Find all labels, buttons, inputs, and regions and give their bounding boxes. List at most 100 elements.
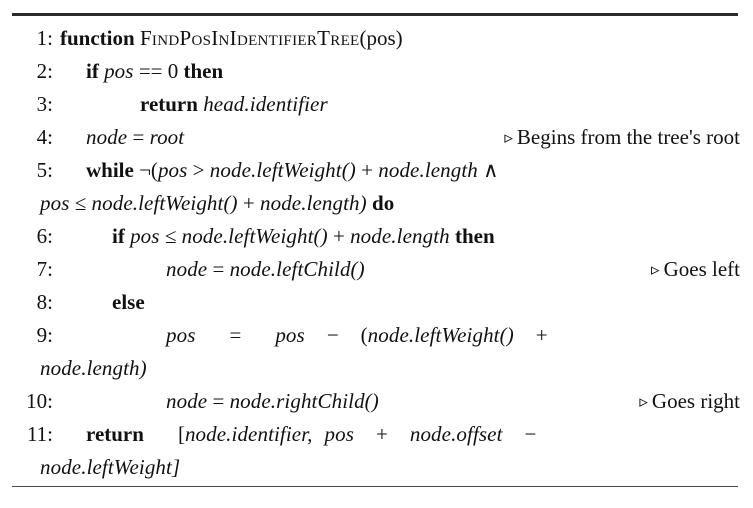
keyword-function: function xyxy=(60,26,135,50)
line-3-code: return head.identifier xyxy=(140,88,328,121)
line-4-code: node = root xyxy=(86,121,184,154)
algorithm-line-3: 3: return head.identifier xyxy=(0,88,753,121)
comment-text-begins-from-root: Begins from the tree's root xyxy=(516,125,740,149)
operator-less-equal: ≤ xyxy=(74,191,87,215)
line-11-code-row2: node.leftWeight] xyxy=(40,451,180,484)
call-leftweight-4: node.leftWeight() xyxy=(367,323,514,347)
line-1-code: function FindPosInIdentifierTree(pos) xyxy=(60,22,403,55)
line-2-code: if pos == 0 then xyxy=(86,55,223,88)
line-number-7: 7: xyxy=(36,257,53,281)
algorithm-line-11: 11: return [node.identifier, pos + node.offs… xyxy=(0,418,753,484)
algorithm-line-2: 2: if pos == 0 then xyxy=(0,55,753,88)
algorithm-bottom-rule xyxy=(12,486,738,487)
keyword-return: return xyxy=(140,92,198,116)
keyword-then-2: then xyxy=(455,224,495,248)
line-7-code: node = node.leftChild() xyxy=(166,253,365,286)
line-number-4: 4: xyxy=(36,125,53,149)
var-node-2: node xyxy=(166,257,208,281)
line-7-comment: ▹ Goes left xyxy=(651,253,740,286)
paren-open: ( xyxy=(360,323,368,347)
line-number-3: 3: xyxy=(36,92,53,116)
var-node-3: node xyxy=(166,389,208,413)
operator-assign-3: = xyxy=(229,323,242,347)
operator-plus-2: + xyxy=(242,191,255,215)
operator-plus-5: + xyxy=(376,422,388,446)
procedure-args: (pos) xyxy=(359,26,403,50)
operator-assign: = xyxy=(132,125,145,149)
line-number-11: 11: xyxy=(26,422,53,446)
logical-not-open: ¬( xyxy=(139,158,158,182)
logical-and: ∧ xyxy=(483,158,499,182)
line-8-code: else xyxy=(112,286,145,319)
comment-triangle-icon: ▹ xyxy=(504,128,513,147)
line-9-code-row1: pos = pos − (node.leftWeight() + xyxy=(166,319,548,352)
call-rightchild: node.rightChild() xyxy=(229,389,379,413)
cond-pos-3: pos xyxy=(130,224,160,248)
line-11-code-row1: return [node.identifier, pos + node.offset − xyxy=(86,418,536,451)
operator-plus-3: + xyxy=(332,224,345,248)
cond-pos: pos xyxy=(157,158,188,182)
keyword-else: else xyxy=(112,290,145,314)
algorithm-line-10: 10: node = node.rightChild() ▹ Goes right xyxy=(0,385,753,418)
keyword-do: do xyxy=(372,191,395,215)
call-leftweight-3: node.leftWeight() xyxy=(181,224,328,248)
comment-text-goes-left: Goes left xyxy=(663,257,740,281)
expr-node-identifier: node.identifier, xyxy=(184,422,313,446)
expr-node-offset: node.offset xyxy=(409,422,503,446)
line-9-code-row2: node.length) xyxy=(40,352,147,385)
operator-equality: == xyxy=(138,59,163,83)
var-pos-3: pos xyxy=(275,323,305,347)
algorithm-line-5: 5: while ¬(pos > node.leftWeight() + nod… xyxy=(0,154,753,220)
operator-plus: + xyxy=(361,158,373,182)
algorithm-line-4: 4: node = root ▹ Begins from the tree's r… xyxy=(0,121,753,154)
procedure-name: FindPosInIdentifierTree xyxy=(139,26,360,50)
prop-node-length-2: node.length) xyxy=(260,191,367,215)
prop-node-length-4: node.length) xyxy=(40,356,147,380)
algorithm-line-8: 8: else xyxy=(0,286,753,319)
literal-zero: 0 xyxy=(167,59,179,83)
operator-assign-2: = xyxy=(212,257,225,281)
line-6-code: if pos ≤ node.leftWeight() + node.length… xyxy=(112,220,495,253)
line-5-code-row2: pos ≤ node.leftWeight() + node.length) d… xyxy=(40,187,394,220)
comment-triangle-icon-2: ▹ xyxy=(651,260,660,279)
line-number-10: 10: xyxy=(26,389,53,413)
comment-triangle-icon-3: ▹ xyxy=(639,392,648,411)
operator-assign-4: = xyxy=(212,389,225,413)
call-leftweight: node.leftWeight() xyxy=(209,158,356,182)
operator-less-equal-2: ≤ xyxy=(164,224,177,248)
line-4-comment: ▹ Begins from the tree's root xyxy=(504,121,740,154)
operator-minus: − xyxy=(326,323,339,347)
line-10-code: node = node.rightChild() xyxy=(166,385,379,418)
call-leftweight-2: node.leftWeight() xyxy=(91,191,238,215)
algorithm-line-1: 1: function FindPosInIdentifierTree(pos) xyxy=(0,22,753,55)
cond-pos-2: pos xyxy=(40,191,70,215)
line-10-comment: ▹ Goes right xyxy=(639,385,740,418)
algorithm-line-9: 9: pos = pos − (node.leftWeight() + node.leng… xyxy=(0,319,753,385)
line-number-1: 1: xyxy=(36,26,53,50)
expr-node-leftweight: node.leftWeight] xyxy=(40,455,181,479)
algorithm-block: 1: function FindPosInIdentifierTree(pos)… xyxy=(0,0,753,508)
comment-text-goes-right: Goes right xyxy=(651,389,740,413)
algorithm-line-6: 6: if pos ≤ node.leftWeight() + node.len… xyxy=(0,220,753,253)
keyword-return-2: return xyxy=(86,422,144,446)
line-number-2: 2: xyxy=(36,59,53,83)
line-number-8: 8: xyxy=(36,290,53,314)
keyword-if: if xyxy=(86,59,99,83)
algorithm-line-7: 7: node = node.leftChild() ▹ Goes left xyxy=(0,253,753,286)
prop-node-length-3: node.length xyxy=(350,224,450,248)
line-number-5: 5: xyxy=(36,158,53,182)
var-pos: pos xyxy=(104,59,134,83)
bracket-open: [ xyxy=(177,422,185,446)
expr-pos: pos xyxy=(324,422,355,446)
call-leftchild: node.leftChild() xyxy=(229,257,365,281)
keyword-then: then xyxy=(183,59,224,83)
keyword-if-2: if xyxy=(112,224,125,248)
line-5-code-row1: while ¬(pos > node.leftWeight() + node.l… xyxy=(86,154,499,187)
operator-greater: > xyxy=(192,158,205,182)
operator-plus-4: + xyxy=(535,323,548,347)
var-node: node xyxy=(86,125,128,149)
var-pos-2: pos xyxy=(166,323,196,347)
expr-head-identifier: head.identifier xyxy=(203,92,328,116)
keyword-while: while xyxy=(86,158,134,182)
prop-node-length: node.length xyxy=(378,158,478,182)
